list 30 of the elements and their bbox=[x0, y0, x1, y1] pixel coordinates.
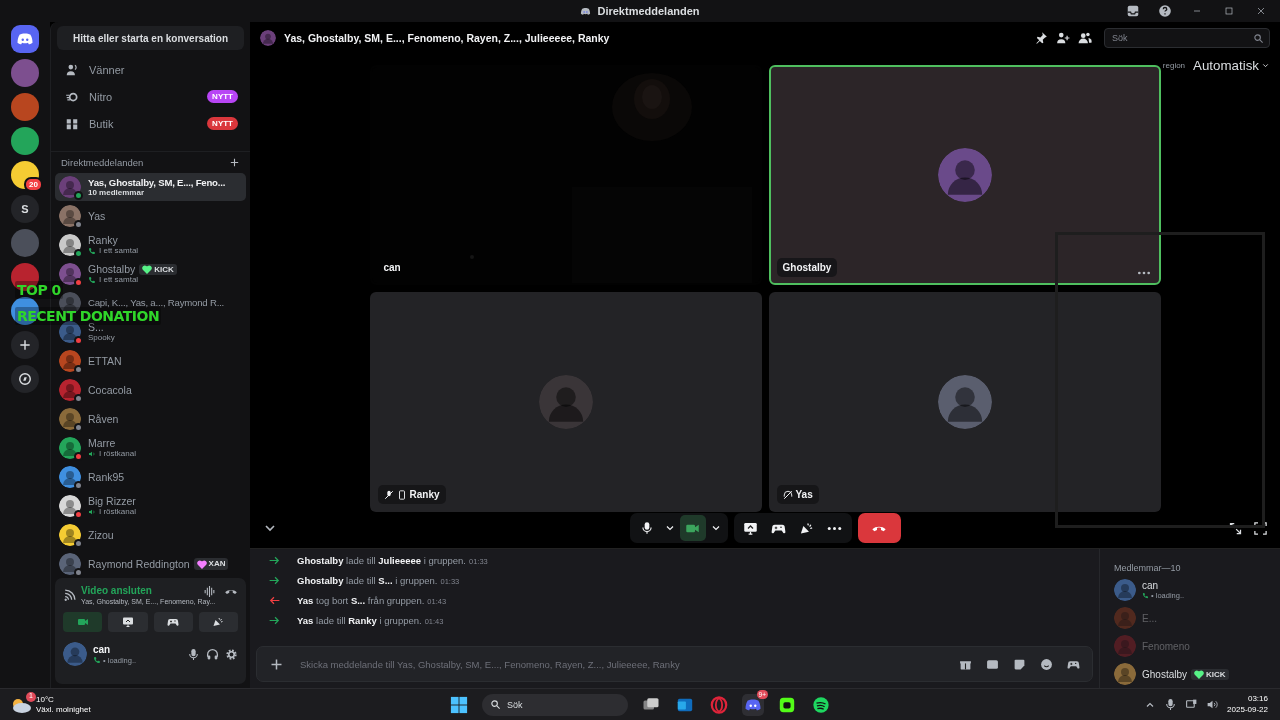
member-name: E... bbox=[1142, 612, 1157, 624]
participant-name: Yas bbox=[795, 489, 813, 500]
temperature: 10°C bbox=[36, 695, 55, 705]
notification-badge: 20 bbox=[24, 177, 43, 192]
guild-tag: KICK bbox=[139, 263, 177, 275]
guild-tag: KICK bbox=[1191, 668, 1229, 680]
window-title: Direktmeddelanden bbox=[597, 5, 700, 17]
new-badge: NYTT bbox=[207, 90, 238, 103]
voice-status: Video ansluten bbox=[81, 585, 153, 597]
dm-subtitle: Spooky bbox=[88, 333, 115, 343]
participant-name: Ranky bbox=[409, 489, 440, 500]
participant-name: can bbox=[383, 262, 401, 273]
members-header: Medlemmar—10 bbox=[1114, 563, 1182, 573]
participant-name: Ghostalby bbox=[782, 262, 832, 273]
new-badge: NYTT bbox=[207, 117, 238, 130]
guild-tag: XAN bbox=[193, 558, 229, 570]
dm-subtitle: I röstkanal bbox=[99, 507, 136, 517]
dm-subtitle: I ett samtal bbox=[99, 246, 139, 256]
weather-text: Växl. molnighet bbox=[36, 704, 91, 714]
username: can bbox=[93, 643, 112, 656]
member-name: Ghostalby bbox=[1142, 668, 1188, 680]
dm-subtitle: I röstkanal bbox=[99, 449, 136, 459]
donation-label: TOP 0 bbox=[17, 282, 61, 298]
member-name: can bbox=[1142, 580, 1159, 591]
conversation-title: Yas, Ghostalby, SM, E..., Fenomeno, Rayen, Z..., Julieeeee, Ranky bbox=[284, 32, 611, 44]
dm-subtitle: I ett samtal bbox=[99, 275, 139, 285]
dm-subtitle: 10 medlemmar bbox=[88, 187, 145, 198]
region-label: region bbox=[1162, 61, 1186, 70]
section-header: Direktmeddelanden bbox=[61, 157, 144, 168]
member-name: Fenomeno bbox=[1142, 640, 1190, 652]
